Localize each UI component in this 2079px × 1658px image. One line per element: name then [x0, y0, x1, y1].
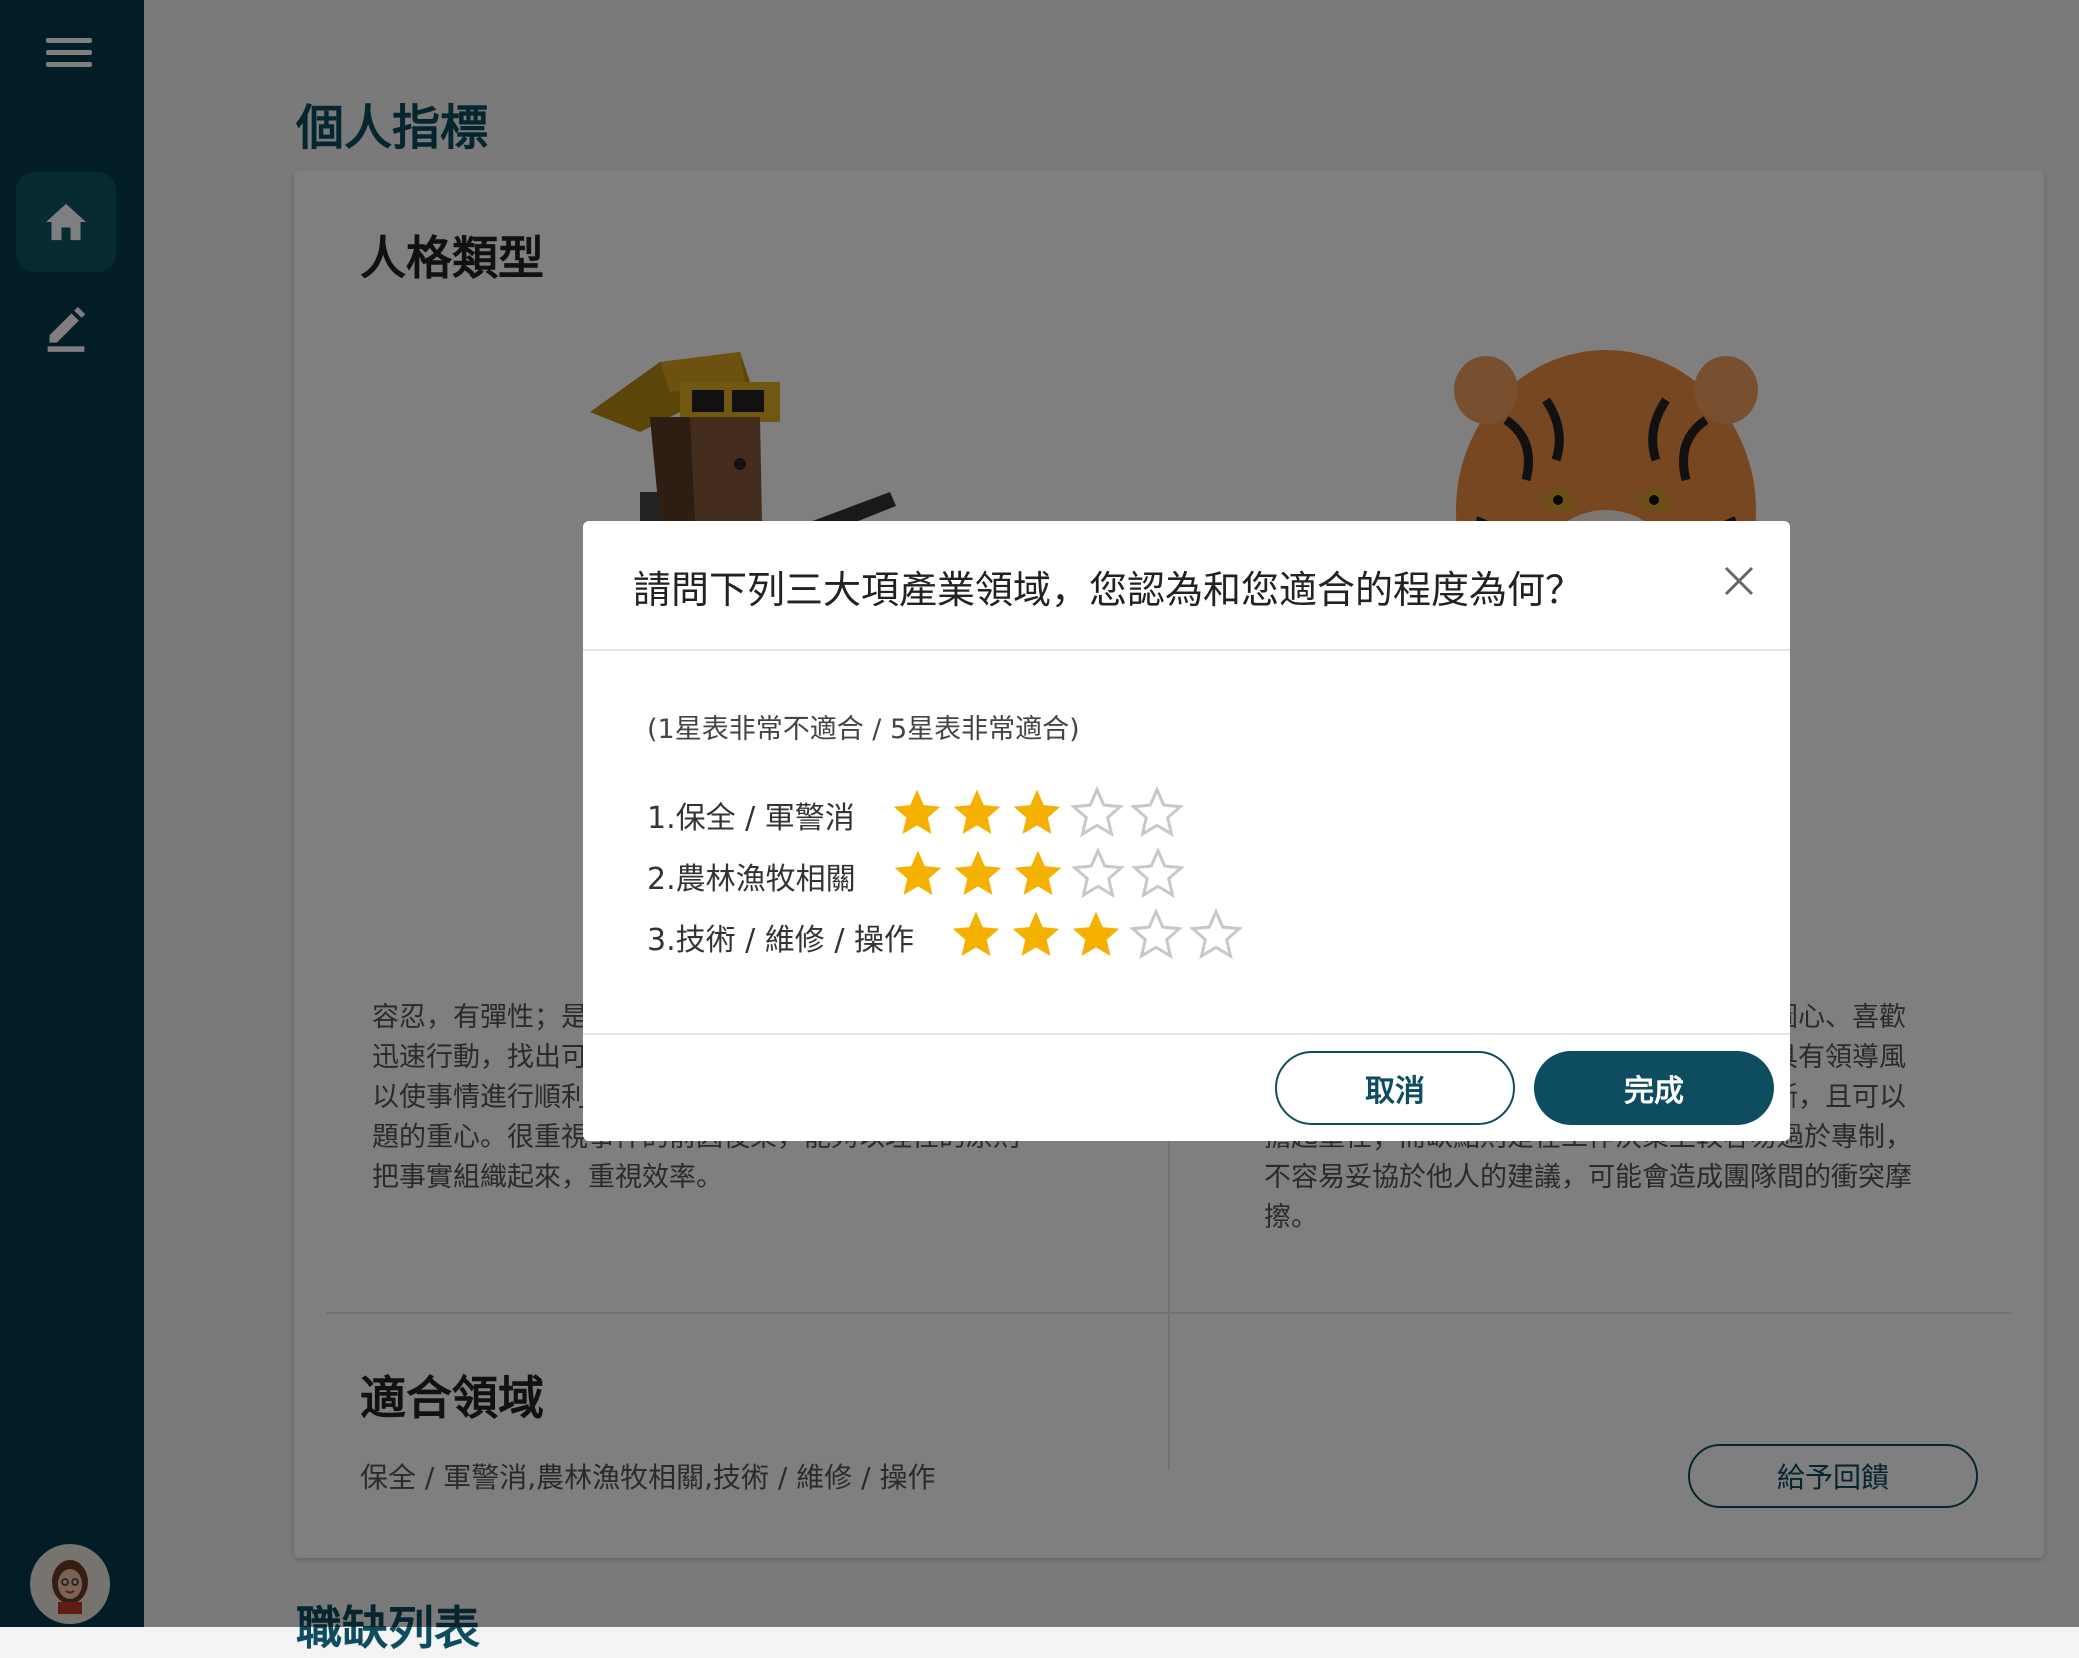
star-icon[interactable] — [1129, 785, 1189, 845]
star-icon[interactable] — [1130, 846, 1190, 906]
dialog-footer-divider — [583, 1033, 1790, 1035]
star-icon[interactable] — [948, 907, 1008, 967]
star-icon[interactable] — [949, 785, 1009, 845]
cancel-button[interactable]: 取消 — [1275, 1051, 1515, 1125]
star-rating — [890, 846, 1190, 906]
star-icon[interactable] — [1009, 785, 1069, 845]
rating-label: 3.技術 / 維修 / 操作 — [647, 923, 914, 958]
star-icon[interactable] — [1070, 846, 1130, 906]
close-button[interactable] — [1713, 555, 1765, 607]
star-icon[interactable] — [1128, 907, 1188, 967]
dialog-header-divider — [583, 649, 1790, 651]
rating-row: 2.農林漁牧相關 — [647, 846, 1190, 906]
rating-hint: (1星表非常不適合 / 5星表非常適合) — [647, 714, 1080, 745]
star-icon[interactable] — [1069, 785, 1129, 845]
star-icon[interactable] — [1188, 907, 1248, 967]
rating-row: 1.保全 / 軍警消 — [647, 785, 1189, 845]
rating-label: 2.農林漁牧相關 — [647, 862, 856, 897]
rating-dialog: 請問下列三大項產業領域，您認為和您適合的程度為何？ (1星表非常不適合 / 5星… — [583, 521, 1790, 1141]
close-icon — [1724, 566, 1754, 596]
star-rating — [889, 785, 1189, 845]
star-icon[interactable] — [950, 846, 1010, 906]
done-button[interactable]: 完成 — [1534, 1051, 1774, 1125]
star-icon[interactable] — [1068, 907, 1128, 967]
star-icon[interactable] — [889, 785, 949, 845]
rating-label: 1.保全 / 軍警消 — [647, 801, 855, 836]
star-icon[interactable] — [890, 846, 950, 906]
star-icon[interactable] — [1010, 846, 1070, 906]
star-icon[interactable] — [1008, 907, 1068, 967]
rating-row: 3.技術 / 維修 / 操作 — [647, 907, 1248, 967]
dialog-title: 請問下列三大項產業領域，您認為和您適合的程度為何？ — [633, 568, 1584, 612]
star-rating — [948, 907, 1248, 967]
